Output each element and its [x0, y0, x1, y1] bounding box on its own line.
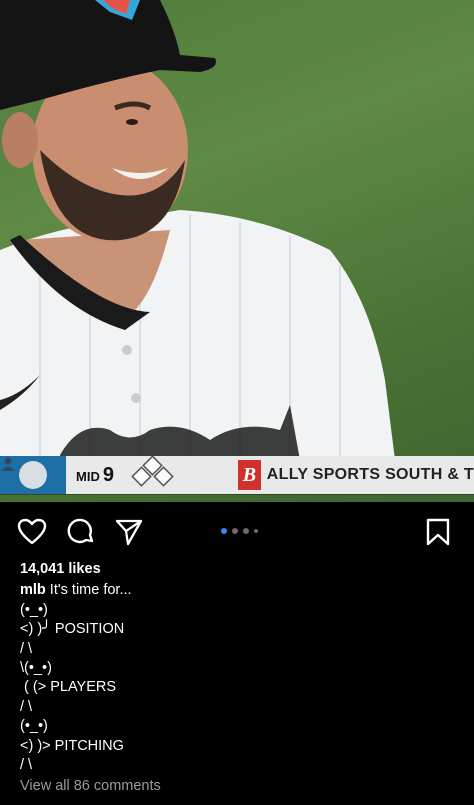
caption-text: It's time for...: [45, 582, 132, 599]
caption-line: \(•_•): [20, 660, 52, 677]
post-actions: [0, 512, 474, 556]
inning-number: 9: [102, 463, 114, 486]
caption-line: / \: [20, 757, 33, 774]
inning-indicator: MID 9: [76, 464, 114, 487]
caption-first-line: mlb It's time for...: [20, 581, 460, 600]
username[interactable]: mlb: [20, 582, 46, 598]
post-content: 14,041 likes mlb It's time for... (•_•) …: [20, 560, 460, 797]
caption-line: (•_•): [20, 718, 48, 735]
inning-prefix: MID: [76, 468, 100, 484]
broadcaster-banner: B ALLY SPORTS SOUTH & T: [238, 456, 474, 494]
carousel-dot: [221, 528, 227, 534]
caption-line: / \: [20, 640, 33, 657]
bookmark-icon[interactable]: [426, 518, 450, 551]
caption-line: / \: [20, 698, 33, 715]
post-image[interactable]: MID 9 B ALLY SPORTS SOUTH & T: [0, 0, 474, 502]
scoreboard-overlay: MID 9 B ALLY SPORTS SOUTH & T: [0, 456, 474, 494]
carousel-dot: [254, 529, 258, 533]
caption-line: <) )╯ POSITION: [20, 621, 125, 638]
person-icon: [1, 457, 47, 489]
caption-line: (•_•): [20, 601, 48, 618]
broadcaster-name: ALLY SPORTS SOUTH & T: [266, 466, 474, 483]
heart-icon[interactable]: [17, 518, 47, 551]
carousel-indicator: [221, 528, 258, 534]
bases-diamond-icon: [124, 456, 182, 494]
view-comments-link[interactable]: View all 86 comments: [20, 777, 460, 796]
carousel-dot: [243, 528, 249, 534]
player-illustration: [0, 0, 395, 460]
send-icon[interactable]: [115, 518, 143, 551]
comment-icon[interactable]: [67, 518, 95, 551]
team-logo: [0, 456, 66, 494]
carousel-dot: [232, 528, 238, 534]
caption-line: <) )> PITCHING: [20, 737, 124, 754]
broadcaster-logo: B: [238, 460, 261, 490]
caption-line: ( (> PLAYERS: [20, 679, 117, 696]
likes-count[interactable]: 14,041 likes: [20, 560, 460, 579]
